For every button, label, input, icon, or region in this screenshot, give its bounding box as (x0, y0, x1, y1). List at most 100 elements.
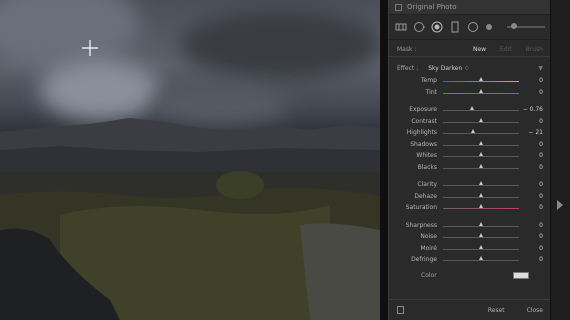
slider-track[interactable] (443, 133, 519, 134)
slider-saturation[interactable]: Saturation 0 (389, 202, 551, 214)
slider-thumb[interactable] (479, 152, 483, 156)
slider-tint[interactable]: Tint 0 (389, 87, 551, 99)
slider-contrast[interactable]: Contrast 0 (389, 116, 551, 128)
slider-track[interactable] (443, 92, 519, 94)
right-edge-bar (550, 0, 570, 320)
slider-shadows[interactable]: Shadows 0 (389, 139, 551, 151)
slider-value[interactable]: 0 (539, 152, 543, 159)
slider-value[interactable]: 0 (539, 204, 543, 211)
slider-value[interactable]: 0 (539, 256, 543, 263)
slider-label: Dehaze (414, 192, 437, 200)
slider-sharpness[interactable]: Sharpness 0 (389, 220, 551, 232)
slider-value[interactable]: 0 (539, 233, 543, 240)
expand-panel-icon[interactable] (557, 200, 563, 210)
color-swatch[interactable] (513, 272, 529, 279)
slider-temp[interactable]: Temp 0 (389, 75, 551, 87)
slider-thumb[interactable] (479, 140, 483, 145)
slider-track[interactable] (443, 237, 519, 238)
panel-icon (395, 3, 402, 11)
slider-track[interactable] (443, 260, 519, 261)
mask-edit-button[interactable]: Edit (500, 46, 512, 53)
close-button[interactable]: Close (527, 307, 543, 314)
slider-label: Tint (425, 88, 437, 96)
slider-noise[interactable]: Noise 0 (389, 231, 551, 243)
slider-thumb[interactable] (479, 77, 483, 81)
slider-thumb[interactable] (479, 117, 483, 122)
slider-value[interactable]: 0 (539, 141, 543, 148)
slider-track[interactable] (443, 144, 519, 146)
slider-label: Highlights (406, 129, 437, 137)
grid-overlay-icon[interactable] (395, 21, 407, 33)
slider-track[interactable] (443, 81, 519, 82)
slider-thumb[interactable] (479, 181, 483, 185)
slider-track[interactable] (443, 248, 519, 250)
slider-value[interactable]: − 0.76 (523, 106, 543, 113)
slider-value[interactable]: 0 (539, 222, 543, 229)
slider-track[interactable] (443, 185, 519, 186)
slider-track[interactable] (443, 110, 519, 111)
spot-removal-icon[interactable] (413, 21, 425, 33)
mask-row: Mask : New Edit Brush (389, 42, 551, 57)
slider-value[interactable]: 0 (539, 77, 543, 84)
effect-preset-dropdown[interactable]: Sky Darken ♢ (428, 65, 469, 72)
slider-dehaze[interactable]: Dehaze 0 (389, 191, 551, 203)
slider-label: Clarity (417, 181, 437, 189)
slider-thumb[interactable] (469, 106, 474, 110)
color-row: Color (389, 270, 551, 282)
slider-thumb[interactable] (479, 192, 483, 197)
slider-track[interactable] (443, 196, 519, 198)
slider-thumb[interactable] (479, 88, 483, 93)
slider-label: Whites (416, 152, 437, 160)
slider-thumb[interactable] (479, 233, 483, 237)
slider-thumb[interactable] (470, 129, 475, 133)
red-eye-icon[interactable] (431, 21, 443, 33)
panel-header: Original Photo (389, 0, 551, 15)
reset-button[interactable]: Reset (488, 307, 505, 314)
slider-value[interactable]: 0 (539, 164, 543, 171)
slider-thumb[interactable] (479, 221, 483, 226)
slider-exposure[interactable]: Exposure − 0.76 (389, 104, 551, 116)
slider-track[interactable] (443, 156, 519, 157)
panel-divider (380, 0, 388, 320)
tool-strip (389, 15, 551, 40)
slider-value[interactable]: 0 (539, 118, 543, 125)
slider-blacks[interactable]: Blacks 0 (389, 162, 551, 174)
graduated-filter-icon[interactable] (449, 21, 461, 33)
slider-track[interactable] (443, 208, 519, 209)
slider-value[interactable]: 0 (539, 193, 543, 200)
slider-clarity[interactable]: Clarity 0 (389, 179, 551, 191)
toggle-switch-icon[interactable] (397, 306, 404, 314)
slider-thumb[interactable] (479, 256, 483, 260)
slider-track[interactable] (443, 225, 519, 227)
adjustment-brush-panel: Original Photo Mask : New Edit Brush Eff… (388, 0, 551, 320)
slider-thumb[interactable] (479, 163, 483, 168)
slider-list: Temp 0 Tint 0 Exposure − 0.76 Contrast 0 Highlig… (389, 75, 551, 266)
slider-label: Contrast (411, 117, 437, 125)
slider-thumb[interactable] (479, 244, 483, 249)
slider-track[interactable] (443, 167, 519, 169)
slider-thumb[interactable] (479, 204, 483, 208)
effect-row: Effect : Sky Darken ♢ ▼ (389, 61, 551, 75)
landscape-image (0, 118, 380, 320)
slider-label: Blacks (417, 163, 437, 171)
crosshair-cursor-icon (82, 40, 98, 56)
tool-size-slider[interactable] (507, 23, 545, 29)
mask-new-button[interactable]: New (473, 46, 486, 53)
slider-moir[interactable]: Moiré 0 (389, 243, 551, 255)
slider-track[interactable] (443, 121, 519, 123)
collapse-triangle-icon[interactable]: ▼ (538, 65, 543, 72)
slider-defringe[interactable]: Defringe 0 (389, 254, 551, 266)
slider-value[interactable]: 0 (539, 245, 543, 252)
slider-value[interactable]: − 21 (528, 129, 543, 136)
slider-highlights[interactable]: Highlights − 21 (389, 127, 551, 139)
mask-brush-button[interactable]: Brush (526, 46, 543, 53)
effect-label: Effect : (397, 64, 419, 72)
slider-label: Temp (421, 77, 437, 85)
radial-filter-icon[interactable] (467, 21, 479, 33)
slider-value[interactable]: 0 (539, 89, 543, 96)
slider-value[interactable]: 0 (539, 181, 543, 188)
slider-whites[interactable]: Whites 0 (389, 150, 551, 162)
adjustment-brush-icon[interactable] (485, 21, 497, 33)
photo-canvas[interactable] (0, 0, 380, 320)
slider-label: Exposure (409, 106, 437, 114)
